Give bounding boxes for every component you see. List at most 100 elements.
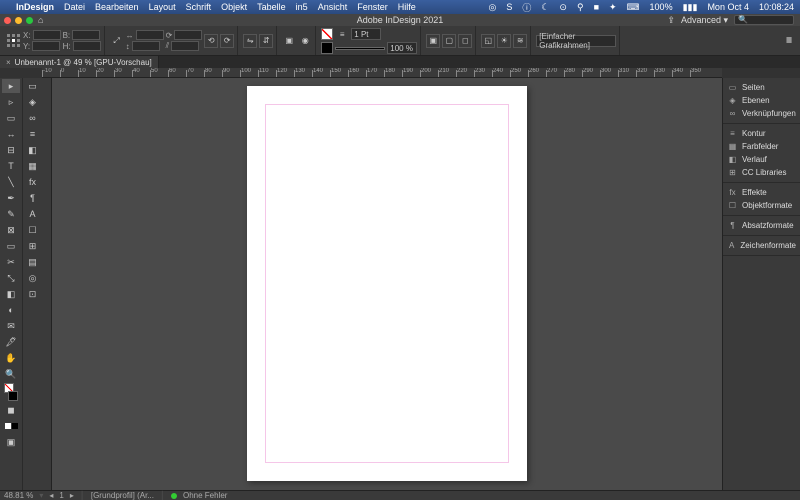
status-icon[interactable]: ⚲ [577,2,584,13]
collapsed-panel-icon[interactable]: ∞ [24,111,42,125]
gap-tool[interactable]: ↔ [2,127,20,141]
height-input[interactable] [73,41,101,51]
menu-layout[interactable]: Layout [149,2,176,12]
reference-point[interactable] [7,34,21,48]
preflight-profile[interactable]: [Grundprofil] (Ar... [91,491,154,500]
status-icon[interactable]: ☾ [541,2,549,13]
type-tool[interactable]: T [2,159,20,173]
object-style-dropdown[interactable]: [Einfacher Grafikrahmen] [536,35,616,47]
scale-icon[interactable]: ⤢ [110,34,124,48]
page-number[interactable]: 1 [59,491,63,500]
status-icon[interactable]: ⊙ [559,2,567,13]
x-position-input[interactable] [33,30,61,40]
page[interactable] [247,86,527,481]
panel-kontur[interactable]: ≡Kontur [723,127,800,140]
document-tab[interactable]: × Unbenannt-1 @ 49 % [GPU-Vorschau] [0,56,159,68]
vertical-ruler[interactable] [42,78,52,498]
collapsed-panel-icon[interactable]: ⊞ [24,239,42,253]
panel-verlauf[interactable]: ◧Verlauf [723,153,800,166]
menu-view[interactable]: Ansicht [318,2,348,12]
pencil-tool[interactable]: ✎ [2,207,20,221]
document-canvas[interactable] [52,78,722,498]
stroke-swatch[interactable] [321,42,333,54]
collapsed-panel-icon[interactable]: ¶ [24,191,42,205]
auto-fit-button[interactable]: ▣ [426,34,440,48]
selection-tool[interactable]: ▸ [2,79,20,93]
flip-h-button[interactable]: ⇋ [243,34,257,48]
line-tool[interactable]: ╲ [2,175,20,189]
corner-options-button[interactable]: ◱ [481,34,495,48]
panel-objektformate[interactable]: ☐Objektformate [723,199,800,212]
maximize-button[interactable] [26,17,33,24]
horizontal-ruler[interactable]: -100102030405060708090100110120130140150… [42,68,722,78]
status-icon[interactable]: ✦ [609,2,617,13]
panel-zeichenformate[interactable]: AZeichenformate [723,239,800,252]
pen-tool[interactable]: ✒ [2,191,20,205]
status-icon[interactable]: ■ [594,2,599,12]
scale-x-input[interactable] [136,30,164,40]
panel-seiten[interactable]: ▭Seiten [723,81,800,94]
menu-in5[interactable]: in5 [296,2,308,12]
collapsed-panel-icon[interactable]: ▤ [24,255,42,269]
stroke-style-dropdown[interactable] [335,47,385,50]
menu-table[interactable]: Tabelle [257,2,286,12]
workspace-switcher[interactable]: Advanced ▾ [681,15,728,26]
zoom-input[interactable] [387,42,417,54]
rectangle-frame-tool[interactable]: ⊠ [2,223,20,237]
scissors-tool[interactable]: ✂ [2,255,20,269]
apply-color-button[interactable]: ◼ [2,403,20,417]
fill-stroke-indicator[interactable] [2,383,20,401]
menu-date[interactable]: Mon Oct 4 [707,2,749,12]
control-menu-icon[interactable]: 𝄜 [782,34,796,48]
gradient-feather-tool[interactable]: ◐ [2,303,20,317]
preflight-status[interactable]: Ohne Fehler [183,491,227,500]
panel-ebenen[interactable]: ◈Ebenen [723,94,800,107]
scale-y-input[interactable] [132,41,160,51]
rotate-cw-button[interactable]: ⟳ [220,34,234,48]
eyedropper-tool[interactable]: 🖋 [2,335,20,349]
menu-edit[interactable]: Bearbeiten [95,2,139,12]
collapsed-panel-icon[interactable]: ⊡ [24,287,42,301]
close-tab-icon[interactable]: × [6,58,11,67]
fit-content-button[interactable]: ◻ [458,34,472,48]
default-colors-button[interactable] [2,419,20,433]
menu-object[interactable]: Objekt [221,2,247,12]
flip-v-button[interactable]: ⇵ [259,34,273,48]
y-position-input[interactable] [32,41,60,51]
collapsed-panel-icon[interactable]: ▭ [24,79,42,93]
panel-verknüpfungen[interactable]: ∞Verknüpfungen [723,107,800,120]
status-icon[interactable]: S [506,2,512,12]
collapsed-panel-icon[interactable]: ☐ [24,223,42,237]
panel-cc libraries[interactable]: ⊞CC Libraries [723,166,800,179]
status-icon[interactable]: ◎ [488,2,496,13]
menu-type[interactable]: Schrift [186,2,212,12]
menu-file[interactable]: Datei [64,2,85,12]
stroke-color-icon[interactable] [8,391,18,401]
text-wrap-button[interactable]: ≋ [513,34,527,48]
status-icon[interactable]: ⌨ [627,2,640,13]
content-collector-tool[interactable]: ⊟ [2,143,20,157]
page-nav-prev[interactable]: ◂ [49,491,53,500]
share-icon[interactable]: ⇪ [667,15,675,26]
free-transform-tool[interactable]: ⤡ [2,271,20,285]
collapsed-panel-icon[interactable]: ▦ [24,159,42,173]
zoom-level[interactable]: 48.81 % [4,491,33,500]
adobe-stock-search[interactable]: 🔍 [734,15,794,25]
hand-tool[interactable]: ✋ [2,351,20,365]
page-tool[interactable]: ▭ [2,111,20,125]
direct-selection-tool[interactable]: ▹ [2,95,20,109]
app-menu[interactable]: InDesign [16,2,54,12]
panel-effekte[interactable]: fxEffekte [723,186,800,199]
home-icon[interactable]: ⌂ [38,15,43,25]
gradient-swatch-tool[interactable]: ◧ [2,287,20,301]
collapsed-panel-icon[interactable]: fx [24,175,42,189]
collapsed-panel-icon[interactable]: ◈ [24,95,42,109]
collapsed-panel-icon[interactable]: ◧ [24,143,42,157]
menu-time[interactable]: 10:08:24 [759,2,794,12]
status-icon[interactable]: ⓘ [522,1,531,14]
shear-input[interactable] [171,41,199,51]
menu-help[interactable]: Hilfe [398,2,416,12]
select-container-button[interactable]: ▣ [282,34,296,48]
panel-farbfelder[interactable]: ▦Farbfelder [723,140,800,153]
fill-frame-button[interactable]: ▢ [442,34,456,48]
